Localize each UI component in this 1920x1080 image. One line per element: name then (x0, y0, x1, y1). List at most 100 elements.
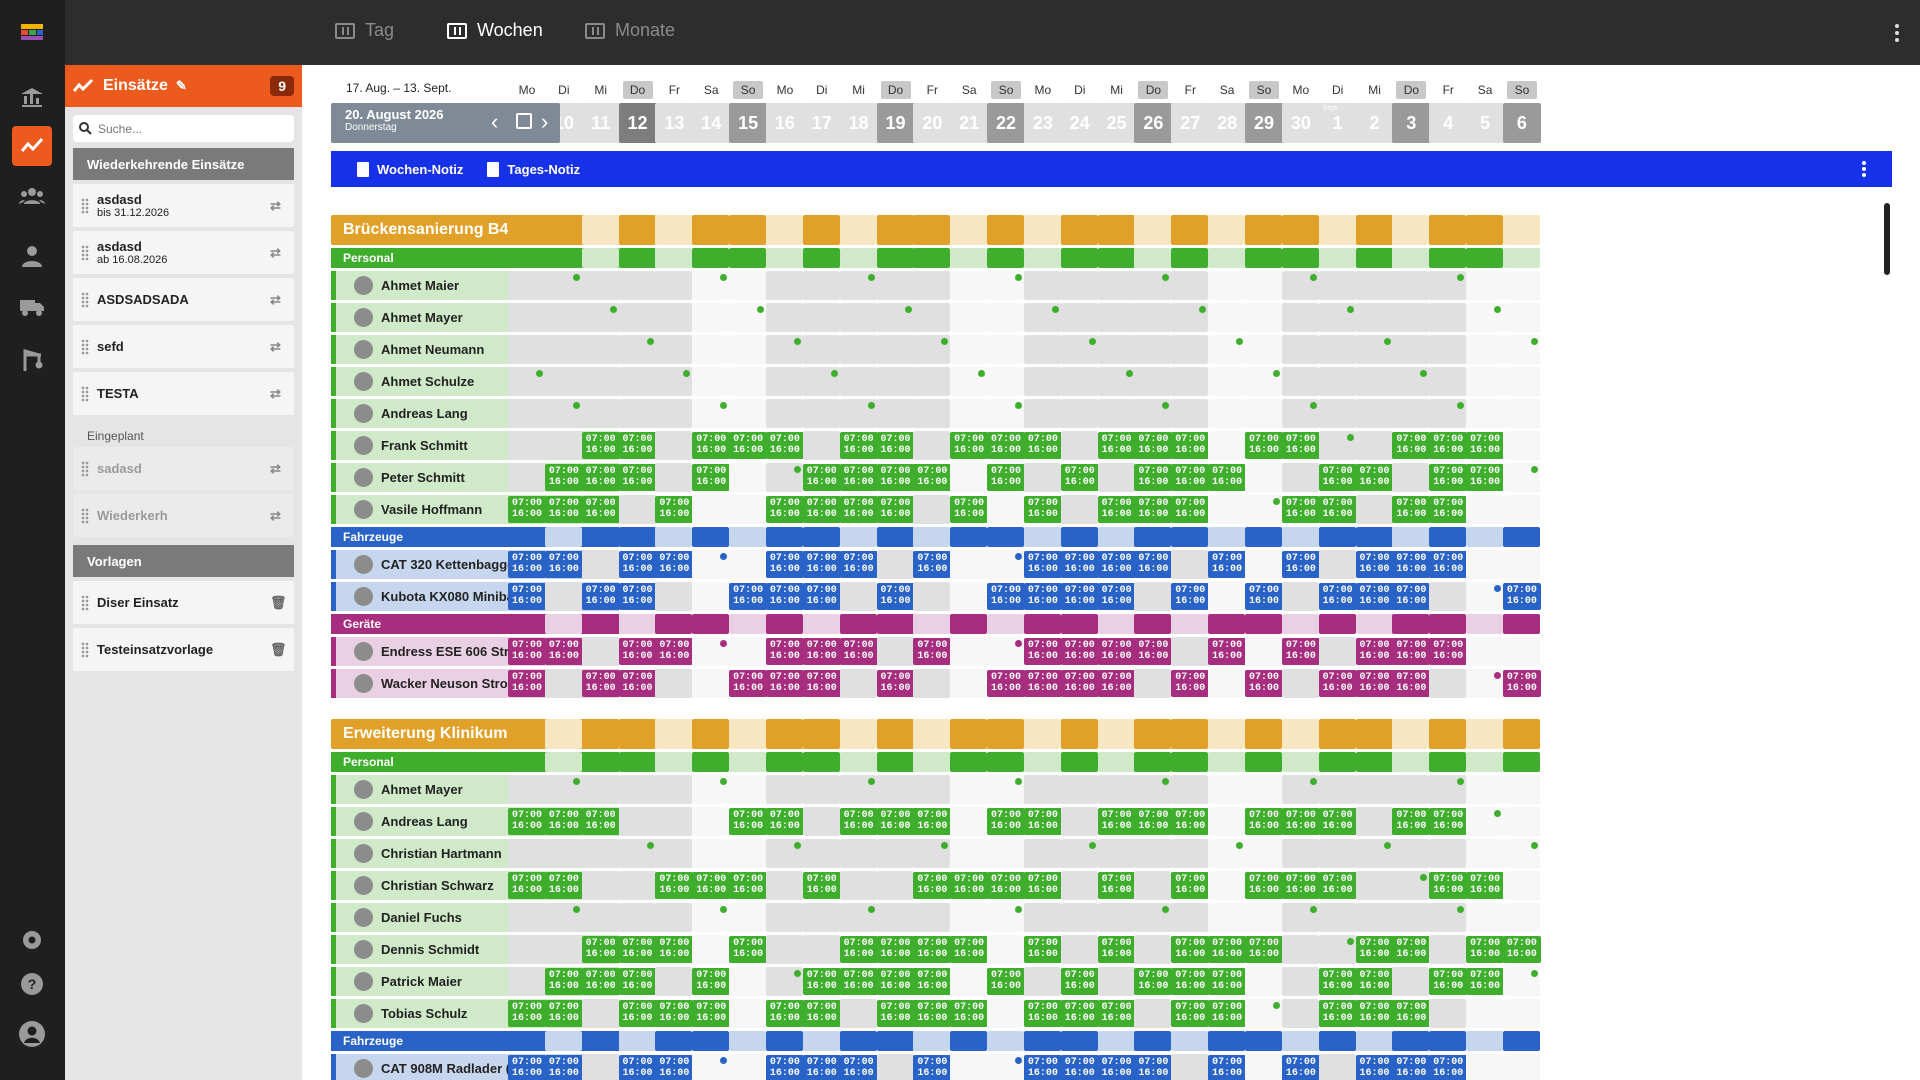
day-cell[interactable] (729, 463, 767, 492)
day-cell[interactable] (1245, 775, 1282, 804)
shift-block[interactable]: 07:00 16:00 (1060, 638, 1099, 665)
day-cell[interactable] (1171, 335, 1209, 364)
day-cell[interactable] (950, 807, 988, 836)
shift-block[interactable]: 07:00 16:00 (1245, 808, 1283, 835)
day-cell[interactable] (1318, 335, 1356, 364)
day-cell[interactable] (913, 775, 951, 804)
day-cell[interactable] (1208, 495, 1246, 524)
day-cell[interactable] (581, 1054, 619, 1080)
day-cell[interactable] (876, 637, 914, 666)
day-cell[interactable] (729, 903, 767, 932)
shift-block[interactable]: 07:00 16:00 (581, 583, 620, 610)
day-cell[interactable] (1060, 399, 1098, 428)
day-cell[interactable] (1245, 303, 1282, 332)
shift-block[interactable]: 07:00 16:00 (1392, 670, 1431, 697)
day-cell[interactable] (1392, 271, 1430, 300)
day-cell[interactable] (1171, 637, 1209, 666)
shift-block[interactable]: 07:00 16:00 (1318, 808, 1357, 835)
shift-block[interactable]: 07:00 16:00 (1097, 670, 1136, 697)
drag-handle-icon[interactable] (81, 291, 89, 308)
day-cell[interactable] (692, 367, 730, 396)
day-cell[interactable] (839, 367, 877, 396)
shift-block[interactable]: 07:00 16:00 (618, 1000, 657, 1027)
shift-block[interactable]: 07:00 16:00 (802, 1055, 841, 1080)
shift-block[interactable]: 07:00 16:00 (544, 464, 583, 491)
day-cell[interactable] (544, 367, 582, 396)
shift-block[interactable]: 07:00 16:00 (1318, 496, 1357, 523)
day-cell[interactable] (1466, 399, 1504, 428)
shift-block[interactable]: 07:00 16:00 (839, 496, 878, 523)
shift-block[interactable]: 07:00 16:00 (581, 432, 620, 459)
shift-block[interactable]: 07:00 16:00 (1318, 1000, 1357, 1027)
shift-block[interactable]: 07:00 16:00 (1023, 432, 1062, 459)
shift-block[interactable]: 07:00 16:00 (1245, 583, 1283, 610)
day-cell[interactable] (1171, 1054, 1209, 1080)
shift-block[interactable]: 07:00 16:00 (1392, 808, 1431, 835)
day-number[interactable]: 13 (655, 103, 694, 143)
day-cell[interactable] (1502, 367, 1540, 396)
day-cell[interactable] (1392, 335, 1430, 364)
shift-block[interactable]: 07:00 16:00 (802, 551, 841, 578)
day-cell[interactable] (618, 871, 656, 900)
shift-block[interactable]: 07:00 16:00 (1023, 936, 1062, 963)
day-cell[interactable] (1392, 463, 1430, 492)
day-cell[interactable] (1392, 775, 1430, 804)
shift-block[interactable]: 07:00 16:00 (1281, 551, 1320, 578)
day-cell[interactable] (839, 839, 877, 868)
day-cell[interactable] (950, 1054, 988, 1080)
shift-block[interactable]: 07:00 16:00 (802, 1000, 841, 1027)
shift-block[interactable]: 07:00 16:00 (839, 638, 878, 665)
shift-block[interactable]: 07:00 16:00 (1097, 1000, 1136, 1027)
day-cell[interactable] (1023, 967, 1061, 996)
shift-block[interactable]: 07:00 16:00 (802, 464, 841, 491)
day-cell[interactable] (913, 303, 951, 332)
day-cell[interactable] (581, 637, 619, 666)
day-cell[interactable] (839, 335, 877, 364)
shift-block[interactable]: 07:00 16:00 (544, 808, 583, 835)
shift-block[interactable]: 07:00 16:00 (729, 670, 768, 697)
day-cell[interactable] (508, 399, 545, 428)
shift-block[interactable]: 07:00 16:00 (1429, 808, 1468, 835)
shift-block[interactable]: 07:00 16:00 (1171, 496, 1210, 523)
user-avatar-icon[interactable] (12, 1014, 52, 1054)
shift-block[interactable]: 07:00 16:00 (1355, 583, 1394, 610)
day-cell[interactable] (1023, 463, 1061, 492)
day-cell[interactable] (692, 839, 730, 868)
shift-block[interactable]: 07:00 16:00 (987, 670, 1026, 697)
shift-block[interactable]: 07:00 16:00 (1392, 496, 1431, 523)
day-number[interactable]: 6 (1502, 103, 1541, 143)
day-cell[interactable] (618, 807, 656, 836)
day-cell[interactable] (950, 550, 988, 579)
shift-block[interactable]: 07:00 16:00 (876, 1000, 915, 1027)
shift-block[interactable]: 07:00 16:00 (1355, 670, 1394, 697)
day-cell[interactable] (876, 335, 914, 364)
day-cell[interactable] (839, 669, 877, 698)
day-number[interactable]: 19 (876, 103, 915, 143)
shift-block[interactable]: 07:00 16:00 (1245, 872, 1283, 899)
shift-block[interactable]: 07:00 16:00 (1171, 670, 1210, 697)
shift-block[interactable]: 07:00 16:00 (581, 808, 620, 835)
shift-block[interactable]: 07:00 16:00 (950, 432, 989, 459)
shift-block[interactable]: 07:00 16:00 (950, 496, 989, 523)
shift-block[interactable]: 07:00 16:00 (1281, 808, 1320, 835)
day-cell[interactable] (802, 431, 840, 460)
shift-block[interactable]: 07:00 16:00 (1023, 1055, 1062, 1080)
day-cell[interactable] (508, 431, 545, 460)
shift-block[interactable]: 07:00 16:00 (1134, 496, 1173, 523)
shift-block[interactable]: 07:00 16:00 (1429, 496, 1468, 523)
shift-block[interactable]: 07:00 16:00 (508, 638, 546, 665)
shift-block[interactable]: 07:00 16:00 (839, 1055, 878, 1080)
shift-block[interactable]: 07:00 16:00 (839, 968, 878, 995)
day-cell[interactable] (1208, 303, 1246, 332)
day-cell[interactable] (692, 935, 730, 964)
shift-block[interactable]: 07:00 16:00 (655, 496, 694, 523)
recurring-item[interactable]: ASDSADSADA ⇄ (73, 278, 294, 321)
shift-block[interactable]: 07:00 16:00 (544, 1055, 583, 1080)
day-cell[interactable] (1060, 775, 1098, 804)
shift-block[interactable]: 07:00 16:00 (1208, 551, 1247, 578)
day-cell[interactable] (876, 903, 914, 932)
day-number[interactable]: 25 (1097, 103, 1136, 143)
shift-block[interactable]: 07:00 16:00 (1392, 551, 1431, 578)
day-cell[interactable] (1208, 807, 1246, 836)
day-cell[interactable] (950, 463, 988, 492)
